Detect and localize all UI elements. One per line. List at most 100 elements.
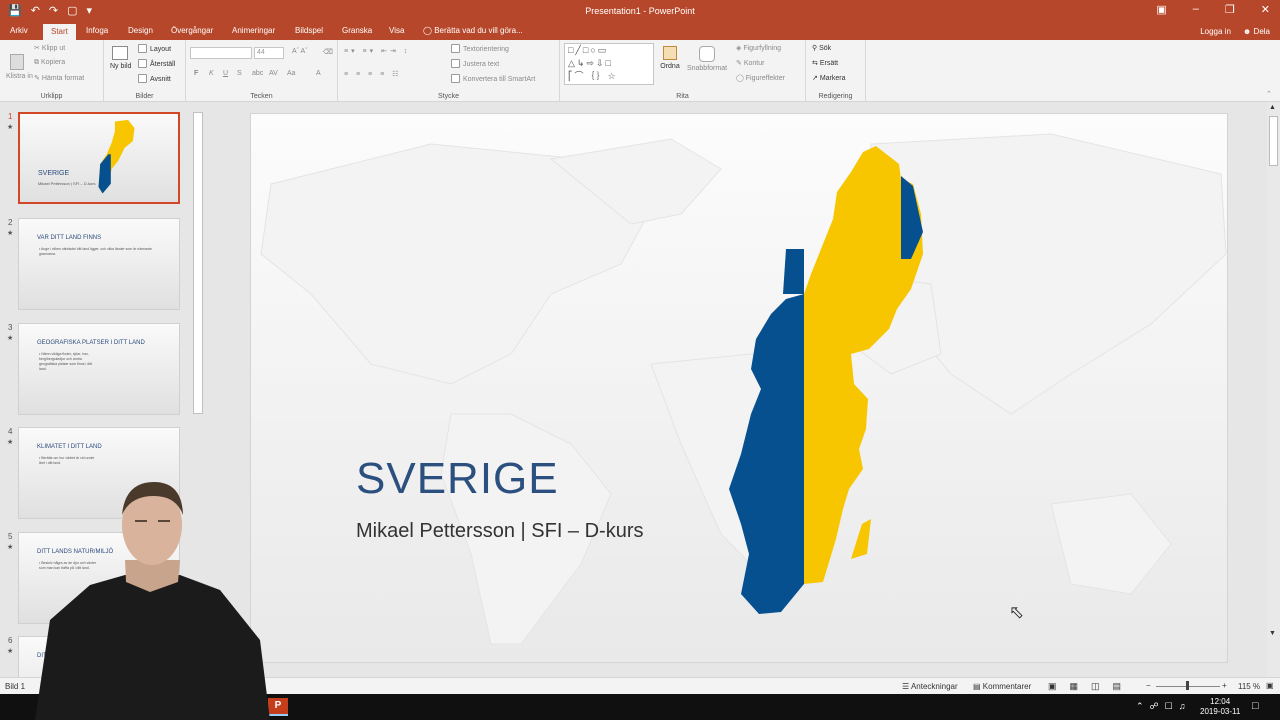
editor-scrollbar[interactable]: ▲ ▼ (1267, 102, 1280, 677)
scroll-down-icon[interactable]: ▼ (1269, 630, 1276, 637)
title-bar: 💾 ↶ ↷ ▢ ▾ Presentation1 - PowerPoint ▣ –… (0, 0, 1280, 24)
group-label: Stycke (437, 93, 459, 100)
copy-button[interactable]: ⧉ Kopiera (34, 59, 65, 67)
char-spacing-button[interactable]: AV (269, 70, 278, 77)
thumb-body: • Ange i vilken världsdel ditt land ligg… (39, 247, 152, 256)
zoom-level[interactable]: 115 % (1238, 682, 1260, 691)
thumb-body: • Nämn viktiga floder, sjöar, hav, berg/… (39, 352, 92, 371)
view-buttons[interactable]: ▣▦◫▤ (1048, 681, 1134, 692)
tab-granska[interactable]: Granska (342, 26, 372, 35)
quick-styles-icon (699, 46, 715, 62)
transition-star-icon: ★ (7, 544, 14, 551)
section-button[interactable]: Avsnitt (138, 74, 171, 83)
group-clipboard: Klistra in ✂ Klipp ut ⧉ Kopiera ✎ Hämta … (0, 40, 104, 102)
shapes-gallery[interactable]: □╱□○▭ △↳⇨⇩□ ⎡⌒｛｝☆ (564, 43, 654, 85)
cut-button[interactable]: ✂ Klipp ut (34, 44, 65, 52)
slide-subtitle[interactable]: Mikael Pettersson | SFI – D-kurs (356, 520, 644, 543)
restore-icon[interactable]: ❐ (1225, 3, 1235, 16)
close-icon[interactable]: ✕ (1261, 3, 1270, 16)
scroll-thumb[interactable] (1269, 116, 1278, 166)
tab-bildspel[interactable]: Bildspel (295, 26, 323, 35)
quick-styles-button[interactable]: Snabbformat (684, 46, 730, 74)
zoom-out-icon[interactable]: − (1146, 681, 1151, 690)
notes-button[interactable]: ☰ Anteckningar (902, 682, 958, 691)
thumb-title: KLIMATET I DITT LAND (37, 444, 102, 450)
transition-star-icon: ★ (7, 335, 14, 342)
world-map-icon (260, 133, 1227, 645)
font-color-button[interactable]: A (316, 70, 321, 77)
outline-icon: ✎ (736, 60, 744, 67)
clock[interactable]: 12:04 2019-03-11 (1200, 697, 1240, 717)
underline-button[interactable]: U (223, 70, 228, 77)
tell-me-search[interactable]: ◯ Berätta vad du vill göra... (423, 26, 523, 35)
shape-effects-button[interactable]: ◯ Figureffekter (736, 74, 785, 82)
reset-icon (138, 59, 147, 68)
share-button[interactable]: ☻ Dela (1243, 27, 1270, 36)
cursor-icon: ↗ (812, 75, 820, 82)
group-label: Rita (676, 93, 689, 100)
zoom-in-icon[interactable]: + (1222, 681, 1227, 690)
shape-outline-button[interactable]: ✎ Kontur (736, 59, 764, 67)
tab-arkiv[interactable]: Arkiv (10, 26, 28, 35)
fit-slide-icon[interactable]: ▣ (1266, 681, 1274, 690)
tab-start[interactable]: Start (43, 24, 76, 40)
slide-thumbnail-2[interactable]: VAR DITT LAND FINNS • Ange i vilken värl… (18, 218, 180, 310)
change-case-button[interactable]: Aa (287, 70, 296, 77)
layout-button[interactable]: Layout (138, 44, 171, 53)
clear-format-icon[interactable]: ⌫ (323, 48, 333, 56)
format-painter-button[interactable]: ✎ Hämta format (34, 74, 84, 82)
ribbon-display-icon[interactable]: ▣ (1156, 3, 1166, 16)
comments-button[interactable]: ▤ Kommentarer (973, 682, 1031, 691)
webcam-presenter-overlay (35, 482, 270, 720)
align-text-button[interactable]: Justera text (451, 59, 499, 68)
lightbulb-icon: ◯ (423, 26, 435, 35)
zoom-slider-thumb[interactable] (1186, 681, 1189, 690)
reset-button[interactable]: Återställ (138, 59, 175, 68)
replace-button[interactable]: ⇆ Ersätt (812, 59, 838, 67)
scroll-up-icon[interactable]: ▲ (1269, 104, 1276, 111)
slide-thumbnail-1[interactable]: SVERIGE Mikael Pettersson | SFI – D-kurs (18, 112, 180, 204)
font-name-input[interactable] (190, 47, 252, 59)
clock-time: 12:04 (1210, 697, 1231, 706)
comment-icon: ▤ (973, 682, 983, 691)
collapse-ribbon-icon[interactable]: ⌃ (1266, 90, 1272, 98)
find-button[interactable]: ⚲ Sök (812, 44, 831, 52)
italic-button[interactable]: K (209, 70, 214, 77)
slide-thumbnail-3[interactable]: GEOGRAFISKA PLATSER I DITT LAND • Nämn v… (18, 323, 180, 415)
slide-title[interactable]: SVERIGE (356, 454, 559, 504)
select-button[interactable]: ↗ Markera (812, 74, 846, 82)
smartart-icon (451, 74, 460, 83)
replace-icon: ⇆ (812, 60, 820, 67)
bold-button[interactable]: F (194, 70, 198, 77)
thumbnail-scrollbar[interactable] (193, 112, 203, 414)
tab-visa[interactable]: Visa (389, 26, 404, 35)
list-buttons[interactable]: ≡▾ ≡▾ ⇤⇥ ↕ (344, 47, 410, 55)
sign-in-link[interactable]: Logga in (1200, 27, 1231, 36)
new-slide-button[interactable]: Ny bild (110, 46, 131, 72)
grow-font-icon[interactable]: Aˆ Aˇ (292, 48, 308, 55)
slide-number: 2 (8, 218, 13, 227)
font-size-input[interactable]: 44 (254, 47, 284, 59)
text-direction-button[interactable]: Textorientering (451, 44, 509, 53)
slide-canvas[interactable]: SVERIGE Mikael Pettersson | SFI – D-kurs… (250, 113, 1228, 663)
thumb-body: • Berätta om hur vädret är vid under åre… (39, 456, 95, 465)
paste-button[interactable]: Klistra in (6, 54, 33, 82)
tray-icons[interactable]: ⌃☍☐♫ (1136, 701, 1191, 712)
group-paragraph: ≡▾ ≡▾ ⇤⇥ ↕ ≡ ≡ ≡ ≡ ☷ Textorientering Jus… (338, 40, 560, 102)
shadow-button[interactable]: S (237, 70, 242, 77)
align-buttons[interactable]: ≡ ≡ ≡ ≡ ☷ (344, 70, 401, 78)
strikethrough-icon[interactable]: abc (252, 70, 263, 77)
tab-animeringar[interactable]: Animeringar (232, 26, 275, 35)
scissors-icon: ✂ (34, 45, 42, 52)
minimize-icon[interactable]: – (1193, 3, 1199, 16)
tab-infoga[interactable]: Infoga (86, 26, 108, 35)
transition-star-icon: ★ (7, 230, 14, 237)
tab-design[interactable]: Design (128, 26, 153, 35)
shape-fill-button[interactable]: ◈ Figurfyllning (736, 44, 781, 52)
thumb-map-icon (98, 119, 135, 194)
slide-number: 3 (8, 323, 13, 332)
arrange-button[interactable]: Ordna (658, 46, 682, 72)
tab-overgangar[interactable]: Övergångar (171, 26, 213, 35)
notifications-icon[interactable]: □ (1252, 700, 1259, 712)
smartart-button[interactable]: Konvertera till SmartArt (451, 74, 535, 83)
